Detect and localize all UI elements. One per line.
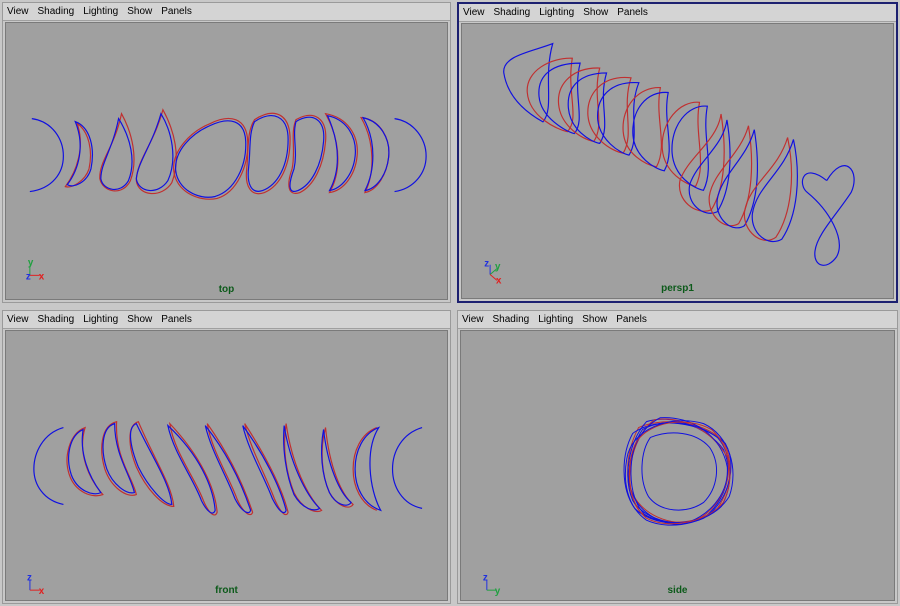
curve xyxy=(321,427,354,508)
menu-view[interactable]: View xyxy=(463,7,485,18)
curve xyxy=(129,422,173,506)
curve xyxy=(135,108,177,195)
menu-show[interactable]: Show xyxy=(127,6,152,17)
curves-persp: z y x xyxy=(484,42,855,286)
axis-label: y xyxy=(28,257,34,268)
viewport-canvas-persp[interactable]: z y x persp1 xyxy=(461,23,894,299)
viewport-canvas-front[interactable]: z x front xyxy=(5,330,448,601)
axis-label: z xyxy=(484,259,489,270)
menu-shading[interactable]: Shading xyxy=(493,314,530,325)
curve xyxy=(354,426,382,512)
curve xyxy=(288,114,327,194)
camera-label: side xyxy=(667,585,688,596)
menu-lighting[interactable]: Lighting xyxy=(539,7,574,18)
camera-label: front xyxy=(215,585,238,596)
axis-label: y xyxy=(495,262,501,273)
menu-shading[interactable]: Shading xyxy=(38,314,75,325)
panel-menubar: View Shading Lighting Show Panels xyxy=(458,311,897,329)
menu-show[interactable]: Show xyxy=(583,7,608,18)
curve xyxy=(289,116,325,193)
curve xyxy=(641,432,717,511)
curve xyxy=(320,429,352,506)
curve xyxy=(33,426,64,506)
menu-shading[interactable]: Shading xyxy=(494,7,531,18)
menu-panels[interactable]: Panels xyxy=(161,6,192,17)
curves-top: y z x xyxy=(26,108,427,282)
menu-panels[interactable]: Panels xyxy=(617,7,648,18)
panel-menubar: View Shading Lighting Show Panels xyxy=(459,4,896,22)
menu-panels[interactable]: Panels xyxy=(161,314,192,325)
camera-label: top xyxy=(218,284,235,295)
viewport-canvas-side[interactable]: z y side xyxy=(460,330,895,601)
menu-lighting[interactable]: Lighting xyxy=(83,6,118,17)
curve xyxy=(623,422,732,524)
curves-front: z x xyxy=(27,420,423,597)
menu-show[interactable]: Show xyxy=(582,314,607,325)
curve xyxy=(391,426,423,509)
viewport-panel-top[interactable]: View Shading Lighting Show Panels y z x … xyxy=(2,2,451,303)
axis-label: z xyxy=(483,572,488,583)
axis-label: z xyxy=(26,271,31,282)
axis-gizmo: y z x xyxy=(26,257,45,282)
curve xyxy=(204,425,252,514)
panel-menubar: View Shading Lighting Show Panels xyxy=(3,311,450,329)
curves-side: z y xyxy=(483,417,734,597)
viewport-panel-front[interactable]: View Shading Lighting Show Panels z x fr… xyxy=(2,310,451,604)
curve xyxy=(567,72,608,145)
menu-view[interactable]: View xyxy=(7,6,29,17)
curve xyxy=(284,423,323,513)
curve xyxy=(173,117,249,200)
curve xyxy=(166,423,216,514)
curve xyxy=(247,115,289,192)
axis-label: z xyxy=(27,572,32,583)
menu-panels[interactable]: Panels xyxy=(616,314,647,325)
curve xyxy=(100,117,133,190)
curve xyxy=(394,118,427,193)
menu-view[interactable]: View xyxy=(7,314,29,325)
curve xyxy=(324,112,358,194)
curve xyxy=(801,165,855,266)
menu-lighting[interactable]: Lighting xyxy=(83,314,118,325)
menu-shading[interactable]: Shading xyxy=(38,6,75,17)
viewport-canvas-top[interactable]: y z x top xyxy=(5,22,448,300)
menu-lighting[interactable]: Lighting xyxy=(538,314,573,325)
viewport-panel-side[interactable]: View Shading Lighting Show Panels z y si… xyxy=(457,310,898,604)
curve xyxy=(526,57,574,133)
panel-menubar: View Shading Lighting Show Panels xyxy=(3,3,450,21)
curve xyxy=(29,118,64,193)
camera-label: persp1 xyxy=(661,283,694,294)
axis-label: x xyxy=(39,271,45,282)
menu-view[interactable]: View xyxy=(462,314,484,325)
curve xyxy=(135,112,174,192)
curve xyxy=(359,116,390,194)
curve xyxy=(326,114,356,192)
menu-show[interactable]: Show xyxy=(127,314,152,325)
viewport-panel-persp[interactable]: View Shading Lighting Show Panels z y x … xyxy=(457,2,898,303)
